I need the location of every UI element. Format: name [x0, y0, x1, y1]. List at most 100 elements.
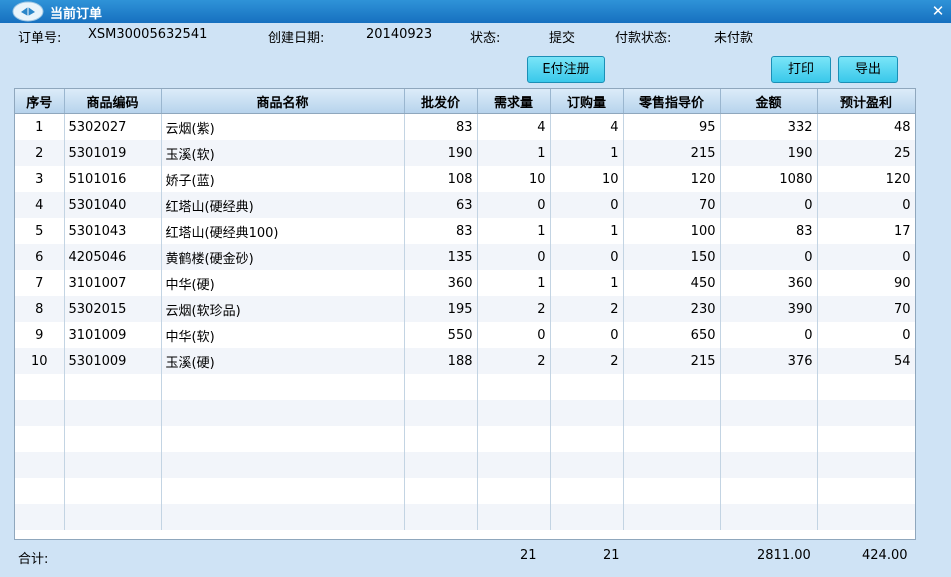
totals-label: 合计:	[18, 552, 49, 567]
window-title: 当前订单	[50, 7, 103, 22]
cell-wholesale-price: 360	[404, 270, 478, 296]
cell-retail-price: 230	[623, 296, 721, 322]
cell-index	[15, 478, 65, 504]
column-header-index[interactable]: 序号	[15, 89, 65, 114]
cell-name	[161, 504, 405, 530]
table-row[interactable]: 7 3101007 中华(硬) 360 1 1 450 360 90	[15, 270, 915, 296]
cell-wholesale-price	[404, 374, 478, 400]
table-header: 序号 商品编码 商品名称 批发价 需求量 订购量 零售指导价 金额 预计盈利	[15, 89, 915, 114]
cell-retail-price	[623, 426, 721, 452]
cell-profit	[817, 452, 915, 478]
cell-index	[15, 374, 65, 400]
cell-code: 4205046	[64, 244, 162, 270]
cell-code: 5302015	[64, 296, 162, 322]
cell-profit: 0	[817, 192, 915, 218]
cell-code: 5302027	[64, 113, 162, 140]
cell-retail-price	[623, 478, 721, 504]
cell-name: 中华(硬)	[161, 270, 405, 296]
export-button[interactable]: 导出	[838, 56, 898, 83]
cell-name	[161, 478, 405, 504]
table-row[interactable]: 9 3101009 中华(软) 550 0 0 650 0 0	[15, 322, 915, 348]
order-table[interactable]: 序号 商品编码 商品名称 批发价 需求量 订购量 零售指导价 金额 预计盈利 1…	[14, 88, 916, 540]
table-row[interactable]: 5 5301043 红塔山(硬经典100) 83 1 1 100 83 17	[15, 218, 915, 244]
cell-code: 5301019	[64, 140, 162, 166]
cell-profit: 25	[817, 140, 915, 166]
table-row[interactable]: 8 5302015 云烟(软珍品) 195 2 2 230 390 70	[15, 296, 915, 322]
cell-name	[161, 426, 405, 452]
cell-name: 玉溪(硬)	[161, 348, 405, 374]
cell-name: 红塔山(硬经典100)	[161, 218, 405, 244]
cell-ordered: 10	[550, 166, 624, 192]
cell-ordered	[550, 426, 624, 452]
cell-ordered: 0	[550, 322, 624, 348]
cell-code	[64, 478, 162, 504]
cell-wholesale-price: 195	[404, 296, 478, 322]
print-button[interactable]: 打印	[771, 56, 831, 83]
table-row[interactable]: 2 5301019 玉溪(软) 190 1 1 215 190 25	[15, 140, 915, 166]
empty-row	[15, 504, 915, 530]
cell-profit: 48	[817, 113, 915, 140]
cell-wholesale-price	[404, 452, 478, 478]
cell-code: 5301043	[64, 218, 162, 244]
cell-profit	[817, 504, 915, 530]
cell-retail-price: 70	[623, 192, 721, 218]
table-row[interactable]: 10 5301009 玉溪(硬) 188 2 2 215 376 54	[15, 348, 915, 374]
cell-name: 玉溪(软)	[161, 140, 405, 166]
cell-code	[64, 374, 162, 400]
cell-code: 5101016	[64, 166, 162, 192]
cell-code: 3101009	[64, 322, 162, 348]
table-row[interactable]: 3 5101016 娇子(蓝) 108 10 10 120 1080 120	[15, 166, 915, 192]
cell-profit	[817, 478, 915, 504]
column-header-retail-price[interactable]: 零售指导价	[623, 89, 721, 114]
status-value: 提交	[549, 31, 576, 46]
cell-profit	[817, 374, 915, 400]
cell-name: 娇子(蓝)	[161, 166, 405, 192]
cell-retail-price: 650	[623, 322, 721, 348]
column-header-name[interactable]: 商品名称	[161, 89, 405, 114]
cell-retail-price: 450	[623, 270, 721, 296]
cell-name: 中华(软)	[161, 322, 405, 348]
cell-demand: 1	[477, 140, 551, 166]
cell-wholesale-price: 63	[404, 192, 478, 218]
column-header-wholesale-price[interactable]: 批发价	[404, 89, 478, 114]
cell-retail-price	[623, 452, 721, 478]
cell-demand: 4	[477, 113, 551, 140]
create-date-value: 20140923	[366, 27, 433, 42]
cell-amount: 0	[720, 322, 818, 348]
cell-ordered	[550, 478, 624, 504]
cell-demand: 0	[477, 192, 551, 218]
table-row[interactable]: 1 5302027 云烟(紫) 83 4 4 95 332 48	[15, 113, 915, 140]
cell-amount	[720, 426, 818, 452]
column-header-profit[interactable]: 预计盈利	[817, 89, 915, 114]
cell-retail-price: 100	[623, 218, 721, 244]
cell-amount: 376	[720, 348, 818, 374]
close-icon[interactable]: ✕	[928, 1, 948, 21]
cell-index: 6	[15, 244, 65, 270]
cell-demand: 1	[477, 270, 551, 296]
cell-index: 7	[15, 270, 65, 296]
table-row[interactable]: 6 4205046 黄鹤楼(硬金砂) 135 0 0 150 0 0	[15, 244, 915, 270]
cell-amount: 390	[720, 296, 818, 322]
cell-ordered: 0	[550, 192, 624, 218]
cell-wholesale-price: 190	[404, 140, 478, 166]
table-row[interactable]: 4 5301040 红塔山(硬经典) 63 0 0 70 0 0	[15, 192, 915, 218]
cell-name	[161, 374, 405, 400]
cell-ordered	[550, 504, 624, 530]
cell-retail-price: 120	[623, 166, 721, 192]
column-header-amount[interactable]: 金额	[720, 89, 818, 114]
cell-code	[64, 400, 162, 426]
column-header-demand[interactable]: 需求量	[477, 89, 551, 114]
cell-amount	[720, 374, 818, 400]
app-logo-icon	[12, 1, 44, 22]
cell-code	[64, 504, 162, 530]
cell-ordered	[550, 452, 624, 478]
cell-ordered: 1	[550, 218, 624, 244]
column-header-code[interactable]: 商品编码	[64, 89, 162, 114]
cell-retail-price: 150	[623, 244, 721, 270]
column-header-ordered[interactable]: 订购量	[550, 89, 624, 114]
cell-amount: 1080	[720, 166, 818, 192]
cell-demand	[477, 504, 551, 530]
cell-index	[15, 426, 65, 452]
epay-register-button[interactable]: E付注册	[527, 56, 605, 83]
cell-retail-price: 215	[623, 140, 721, 166]
